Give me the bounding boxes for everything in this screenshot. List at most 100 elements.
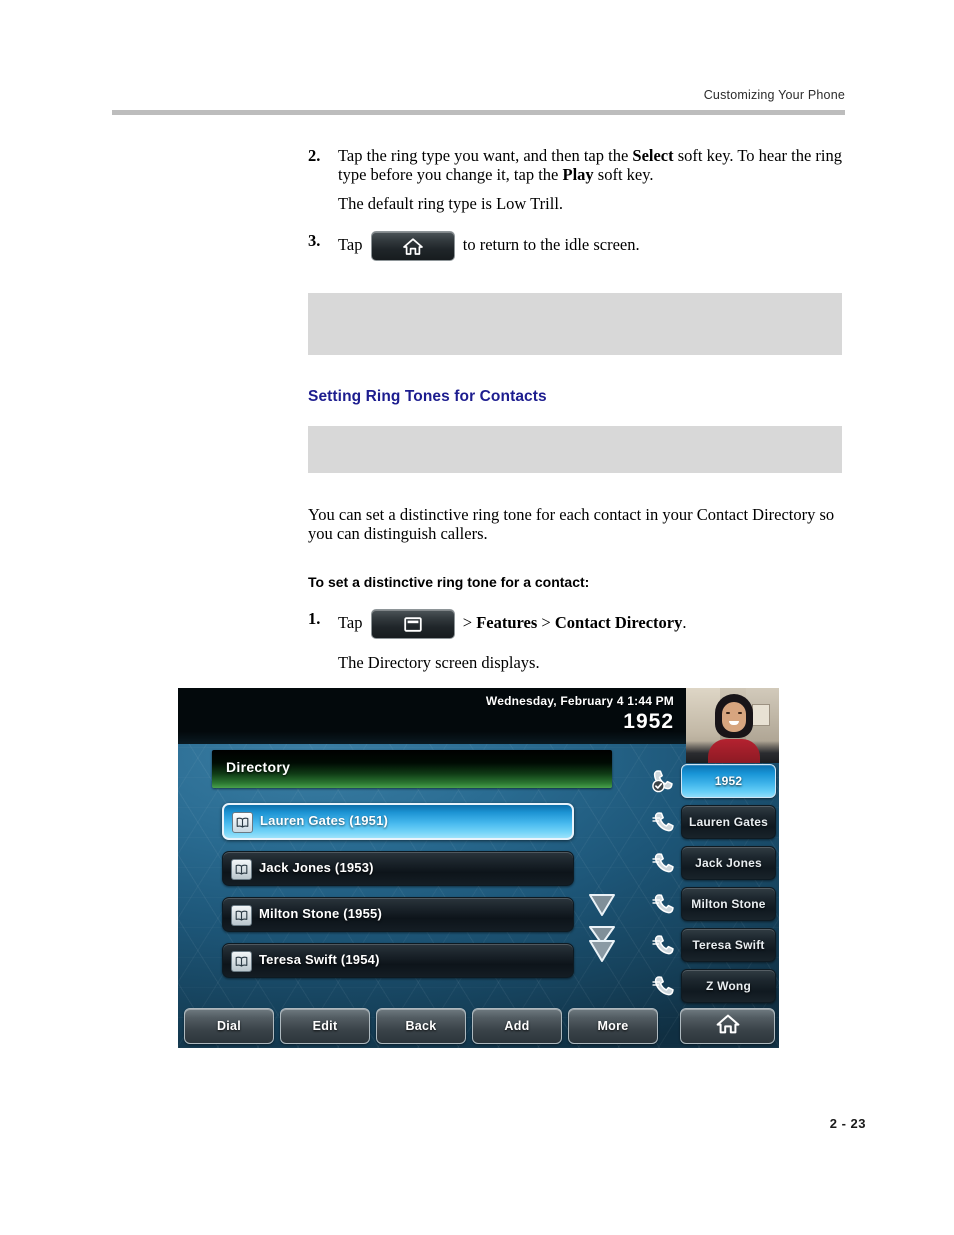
chevron-down-icon[interactable] bbox=[582, 888, 622, 922]
play-softkey-bold: Play bbox=[562, 165, 594, 184]
line-key-button[interactable]: Teresa Swift bbox=[681, 928, 776, 962]
line-key-column: 1952 Lauren Gates Jack Jones Milton Ston… bbox=[652, 764, 779, 1010]
step-1: 1. Tap > Features > Contact Directory. bbox=[308, 609, 842, 639]
soft-key-label: Dial bbox=[216, 1019, 242, 1033]
status-extension: 1952 bbox=[623, 710, 674, 733]
soft-key-back[interactable]: Back bbox=[376, 1008, 466, 1044]
step-3-tap-word: Tap bbox=[338, 234, 363, 254]
contact-row[interactable]: Lauren Gates (1951) bbox=[222, 803, 574, 840]
line-key-label: 1952 bbox=[714, 774, 743, 788]
step-3-number: 3. bbox=[308, 231, 321, 250]
contact-row[interactable]: Teresa Swift (1954) bbox=[222, 943, 574, 978]
contact-name: Lauren Gates (1951) bbox=[260, 813, 389, 828]
line-key-button[interactable]: Jack Jones bbox=[681, 846, 776, 880]
contact-book-icon bbox=[231, 951, 252, 972]
contact-name: Milton Stone (1955) bbox=[259, 906, 382, 921]
handset-icon bbox=[651, 849, 679, 875]
running-head: Customizing Your Phone bbox=[703, 88, 845, 102]
select-softkey-bold: Select bbox=[632, 146, 674, 165]
avatar bbox=[686, 688, 779, 763]
step-2: 2. Tap the ring type you want, and then … bbox=[308, 146, 842, 184]
home-icon bbox=[372, 232, 454, 260]
phone-screenshot: Wednesday, February 4 1:44 PM 1952 Direc… bbox=[178, 688, 779, 1048]
contact-name: Jack Jones (1953) bbox=[259, 860, 374, 875]
default-ring-type-note: The default ring type is Low Trill. bbox=[338, 194, 564, 213]
avatar-torso bbox=[708, 739, 760, 763]
phone-status-bar: Wednesday, February 4 1:44 PM 1952 bbox=[178, 688, 686, 744]
line-key-label: Milton Stone bbox=[691, 897, 766, 911]
menu-icon bbox=[372, 610, 454, 638]
contact-book-icon bbox=[231, 859, 252, 880]
contact-row[interactable]: Jack Jones (1953) bbox=[222, 851, 574, 886]
line-key-label: Jack Jones bbox=[695, 856, 762, 870]
avatar-bg-frame bbox=[752, 704, 770, 726]
avatar-eye-left bbox=[726, 712, 730, 714]
handset-icon bbox=[651, 890, 679, 916]
contact-row[interactable]: Milton Stone (1955) bbox=[222, 897, 574, 932]
soft-key-add[interactable]: Add bbox=[472, 1008, 562, 1044]
soft-key-row: Dial Edit Back Add More bbox=[184, 1008, 775, 1044]
handset-icon bbox=[651, 931, 679, 957]
double-chevron-down-icon-bottom[interactable] bbox=[582, 933, 622, 967]
directory-title-label: Directory bbox=[226, 759, 291, 775]
line-key-label: Lauren Gates bbox=[688, 815, 769, 829]
step-2-text-part3: soft key. bbox=[593, 165, 654, 184]
handset-registered-icon bbox=[651, 767, 679, 793]
procedure-heading: To set a distinctive ring tone for a con… bbox=[308, 574, 590, 590]
soft-key-more[interactable]: More bbox=[568, 1008, 658, 1044]
contact-directory-menu-path: Contact Directory bbox=[554, 612, 683, 632]
line-key-label: Z Wong bbox=[706, 979, 751, 993]
soft-key-label: Back bbox=[405, 1019, 437, 1033]
section-heading: Setting Ring Tones for Contacts bbox=[308, 388, 547, 405]
soft-key-label: Edit bbox=[312, 1019, 338, 1033]
page-header: Customizing Your Phone bbox=[112, 88, 845, 115]
path-period: . bbox=[682, 612, 687, 632]
avatar-eye-right bbox=[738, 712, 742, 714]
path-separator-2: > bbox=[537, 612, 555, 632]
avatar-face bbox=[722, 702, 746, 732]
line-key[interactable]: Z Wong bbox=[652, 969, 779, 1003]
line-key[interactable]: Jack Jones bbox=[652, 846, 779, 880]
step-3-after-text: to return to the idle screen. bbox=[462, 234, 640, 254]
step-1-number: 1. bbox=[308, 609, 321, 628]
page-number: 2 - 23 bbox=[829, 1116, 866, 1131]
soft-key-edit[interactable]: Edit bbox=[280, 1008, 370, 1044]
contact-list: Lauren Gates (1951) Jack Jones (1953) Mi… bbox=[222, 803, 574, 989]
step-3: 3. Tap to return to the idle screen. bbox=[308, 231, 842, 261]
line-key[interactable]: Lauren Gates bbox=[652, 805, 779, 839]
home-icon bbox=[715, 1013, 741, 1040]
soft-key-label: More bbox=[597, 1019, 629, 1033]
step-2-text: Tap the ring type you want, and then tap… bbox=[338, 146, 842, 184]
soft-key-home[interactable] bbox=[680, 1008, 775, 1044]
line-key-button[interactable]: 1952 bbox=[681, 764, 776, 798]
note-block-lower bbox=[308, 426, 842, 473]
intro-paragraph: You can set a distinctive ring tone for … bbox=[308, 505, 835, 543]
directory-title-bar: Directory bbox=[212, 750, 612, 788]
status-date-time: Wednesday, February 4 1:44 PM bbox=[485, 694, 674, 708]
soft-key-label: Add bbox=[504, 1019, 530, 1033]
contact-book-icon bbox=[231, 905, 252, 926]
home-key-button[interactable] bbox=[370, 231, 455, 261]
line-key[interactable]: Teresa Swift bbox=[652, 928, 779, 962]
contact-book-icon bbox=[232, 812, 253, 833]
line-key-label: Teresa Swift bbox=[692, 938, 765, 952]
path-separator-1: > bbox=[458, 612, 477, 632]
step-1-text: Tap > Features > Contact Directory. bbox=[338, 609, 842, 639]
soft-key-dial[interactable]: Dial bbox=[184, 1008, 274, 1044]
step-2-text-part1: Tap the ring type you want, and then tap… bbox=[338, 146, 633, 165]
line-key-button[interactable]: Milton Stone bbox=[681, 887, 776, 921]
directory-screen-result: The Directory screen displays. bbox=[338, 653, 540, 672]
line-key[interactable]: 1952 bbox=[652, 764, 779, 798]
scroll-indicators[interactable] bbox=[582, 888, 622, 968]
step-2-number: 2. bbox=[308, 146, 321, 165]
handset-icon bbox=[651, 972, 679, 998]
note-block-upper bbox=[308, 293, 842, 355]
features-menu-path: Features bbox=[476, 612, 538, 632]
line-key-button[interactable]: Z Wong bbox=[681, 969, 776, 1003]
contact-name: Teresa Swift (1954) bbox=[259, 952, 380, 967]
line-key-button[interactable]: Lauren Gates bbox=[681, 805, 776, 839]
line-key[interactable]: Milton Stone bbox=[652, 887, 779, 921]
menu-key-button[interactable] bbox=[370, 609, 455, 639]
step-3-text: Tap to return to the idle screen. bbox=[338, 231, 842, 261]
step-1-tap-word: Tap bbox=[338, 612, 363, 632]
